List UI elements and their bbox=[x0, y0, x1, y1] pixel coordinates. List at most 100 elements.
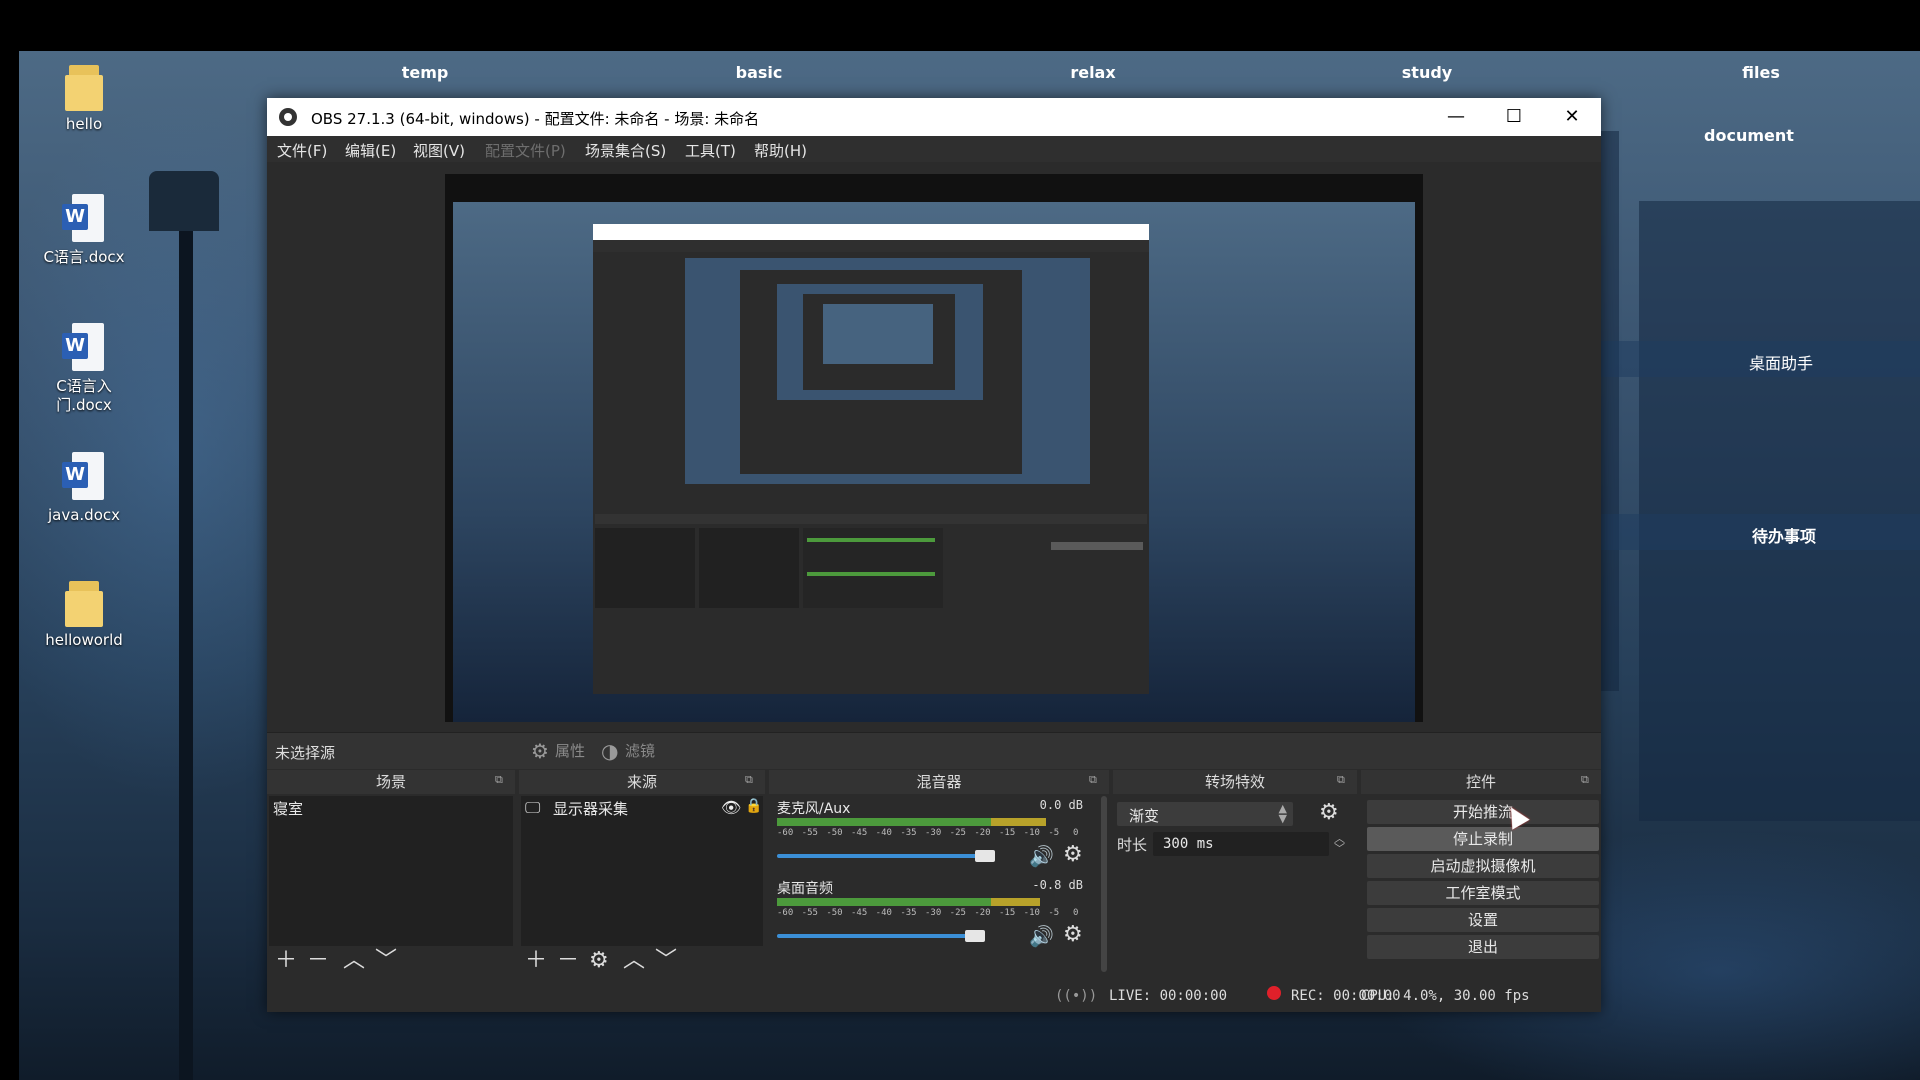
volume-slider[interactable] bbox=[777, 934, 976, 938]
volume-slider-thumb[interactable] bbox=[974, 850, 995, 862]
start-virtual-camera-button[interactable]: 启动虚拟摄像机 bbox=[1367, 854, 1599, 878]
minimize-button[interactable]: — bbox=[1427, 98, 1485, 136]
side-label-desktop-assistant[interactable]: 桌面助手 bbox=[1681, 350, 1881, 374]
mixer-dock-title: 混音器 bbox=[769, 770, 1109, 794]
dock-float-icon[interactable]: ⧉ bbox=[495, 774, 507, 786]
channel-db: -0.8 dB bbox=[1032, 878, 1083, 892]
properties-button[interactable]: ⚙ 属性 bbox=[529, 738, 585, 764]
meter-tick-label: -5 bbox=[1048, 828, 1060, 838]
dock-float-icon[interactable]: ⧉ bbox=[1089, 774, 1101, 786]
transition-settings-gear-icon[interactable]: ⚙ bbox=[1319, 800, 1339, 825]
taskbar-group-relax[interactable]: relax bbox=[1033, 63, 1153, 82]
window-titlebar[interactable]: OBS 27.1.3 (64-bit, windows) - 配置文件: 未命名… bbox=[267, 98, 1601, 136]
source-item[interactable]: 🖵 显示器采集 👁 🔒 bbox=[525, 798, 762, 818]
meter-tick-label: -20 bbox=[974, 828, 991, 838]
taskbar-group-study[interactable]: study bbox=[1367, 63, 1487, 82]
spin-arrows-icon[interactable]: ︿ ﹀ bbox=[1334, 833, 1345, 854]
live-broadcast-icon: ((•)) bbox=[1055, 988, 1098, 1004]
meter-tick-label: -60 bbox=[777, 908, 794, 918]
remove-scene-button[interactable]: － bbox=[307, 948, 329, 974]
desktop-icon-java-docx[interactable]: W java.docx bbox=[29, 452, 139, 525]
taskbar-group-basic[interactable]: basic bbox=[699, 63, 819, 82]
side-label-todo[interactable]: 待办事项 bbox=[1684, 523, 1884, 547]
scene-item[interactable]: 寝室 bbox=[273, 798, 303, 819]
settings-button[interactable]: 设置 bbox=[1367, 908, 1599, 932]
desktop-icon-hello[interactable]: hello bbox=[29, 65, 139, 134]
meter-tick-label: -35 bbox=[900, 828, 917, 838]
channel-settings-gear-icon[interactable]: ⚙ bbox=[1063, 922, 1083, 947]
menu-profile[interactable]: 配置文件(P) bbox=[485, 140, 566, 161]
menu-bar: 文件(F) 编辑(E) 视图(V) 配置文件(P) 场景集合(S) 工具(T) … bbox=[267, 136, 1601, 162]
folder-icon bbox=[65, 581, 103, 627]
dock-float-icon[interactable]: ⧉ bbox=[1581, 774, 1593, 786]
meter-tick-label: -50 bbox=[826, 828, 843, 838]
scenes-list[interactable]: 寝室 bbox=[269, 796, 513, 946]
menu-edit[interactable]: 编辑(E) bbox=[345, 140, 396, 161]
volume-slider[interactable] bbox=[777, 854, 985, 858]
channel-db: 0.0 dB bbox=[1039, 798, 1083, 812]
desktop-icon-c-docx[interactable]: W C语言.docx bbox=[29, 194, 139, 267]
duration-spinbox[interactable]: 300 ms ︿ ﹀ bbox=[1153, 832, 1345, 856]
controls-dock: 控件 ⧉ 开始推流 停止录制 启动虚拟摄像机 工作室模式 设置 退出 bbox=[1361, 770, 1601, 976]
start-streaming-button[interactable]: 开始推流 bbox=[1367, 800, 1599, 824]
channel-settings-gear-icon[interactable]: ⚙ bbox=[1063, 842, 1083, 867]
meter-tick-label: -45 bbox=[851, 908, 868, 918]
speaker-icon[interactable]: 🔊 bbox=[1029, 924, 1054, 948]
taskbar-group-temp[interactable]: temp bbox=[365, 63, 485, 82]
meter-tick-label: -25 bbox=[949, 908, 966, 918]
taskbar-group-files[interactable]: files bbox=[1701, 63, 1821, 82]
meter-tick-label: -35 bbox=[900, 908, 917, 918]
source-properties-gear-icon[interactable]: ⚙ bbox=[589, 948, 609, 974]
move-scene-down-icon[interactable]: ﹀ bbox=[375, 948, 397, 974]
dock-float-icon[interactable]: ⧉ bbox=[745, 774, 757, 786]
city-silhouette bbox=[1639, 201, 1920, 821]
gear-icon: ⚙ bbox=[531, 739, 549, 763]
dock-float-icon[interactable]: ⧉ bbox=[1337, 774, 1349, 786]
stop-recording-button[interactable]: 停止录制 bbox=[1367, 827, 1599, 851]
studio-mode-button[interactable]: 工作室模式 bbox=[1367, 881, 1599, 905]
meter-tick-label: 0 bbox=[1073, 828, 1079, 838]
preview-canvas[interactable] bbox=[445, 174, 1423, 722]
maximize-button[interactable]: ☐ bbox=[1485, 98, 1543, 136]
meter-tick-label: 0 bbox=[1073, 908, 1079, 918]
meter-tick-label: -10 bbox=[1023, 828, 1040, 838]
menu-help[interactable]: 帮助(H) bbox=[754, 140, 807, 161]
lamp-pole bbox=[179, 181, 193, 1080]
sources-toolbar: ＋ － ⚙ ︿ ﹀ bbox=[519, 946, 765, 976]
rec-dot-icon bbox=[1267, 986, 1281, 1000]
close-button[interactable]: ✕ bbox=[1543, 98, 1601, 136]
nested-obs-window bbox=[593, 224, 1149, 694]
scenes-dock: 场景 ⧉ 寝室 ＋ － ︿ ﹀ bbox=[267, 770, 515, 976]
meter-tick-label: -50 bbox=[826, 908, 843, 918]
filters-button[interactable]: ◑ 滤镜 bbox=[599, 738, 655, 764]
menu-file[interactable]: 文件(F) bbox=[277, 140, 327, 161]
move-source-down-icon[interactable]: ﹀ bbox=[655, 948, 677, 974]
sources-list[interactable]: 🖵 显示器采集 👁 🔒 bbox=[521, 796, 763, 946]
speaker-icon[interactable]: 🔊 bbox=[1029, 844, 1054, 868]
filter-icon: ◑ bbox=[601, 739, 619, 763]
meter-tick-label: -40 bbox=[875, 828, 892, 838]
preview-desktop-capture bbox=[453, 202, 1415, 722]
side-label-document[interactable]: document bbox=[1649, 126, 1849, 145]
mixer-channel-mic: 麦克风/Aux 0.0 dB -60 -55 -50 -45 -40 -35 -30 -25-… bbox=[769, 796, 1099, 874]
mixer-scrollbar[interactable] bbox=[1101, 796, 1107, 972]
move-scene-up-icon[interactable]: ︿ bbox=[343, 948, 365, 974]
move-source-up-icon[interactable]: ︿ bbox=[623, 948, 645, 974]
menu-tools[interactable]: 工具(T) bbox=[685, 140, 736, 161]
meter-tick-label: -45 bbox=[851, 828, 868, 838]
folder-icon bbox=[65, 65, 103, 111]
desktop-icon-helloworld[interactable]: helloworld bbox=[29, 581, 139, 650]
mixer-dock: 混音器 ⧉ 麦克风/Aux 0.0 dB -60 -55 -50 -45 -40 -35-… bbox=[769, 770, 1109, 976]
volume-slider-thumb[interactable] bbox=[965, 930, 986, 942]
desktop-icon-c-intro-docx[interactable]: W C语言入门.docx bbox=[29, 323, 139, 415]
add-source-button[interactable]: ＋ bbox=[525, 948, 547, 974]
add-scene-button[interactable]: ＋ bbox=[275, 948, 297, 974]
lock-icon[interactable]: 🔒 bbox=[745, 798, 762, 814]
remove-source-button[interactable]: － bbox=[557, 948, 579, 974]
menu-view[interactable]: 视图(V) bbox=[413, 140, 465, 161]
menu-scene-collection[interactable]: 场景集合(S) bbox=[585, 140, 666, 161]
preview-area bbox=[267, 162, 1601, 732]
transition-select[interactable]: 渐变 ▲ ▼ bbox=[1117, 802, 1293, 826]
visibility-eye-icon[interactable]: 👁 bbox=[721, 798, 741, 817]
exit-button[interactable]: 退出 bbox=[1367, 935, 1599, 959]
